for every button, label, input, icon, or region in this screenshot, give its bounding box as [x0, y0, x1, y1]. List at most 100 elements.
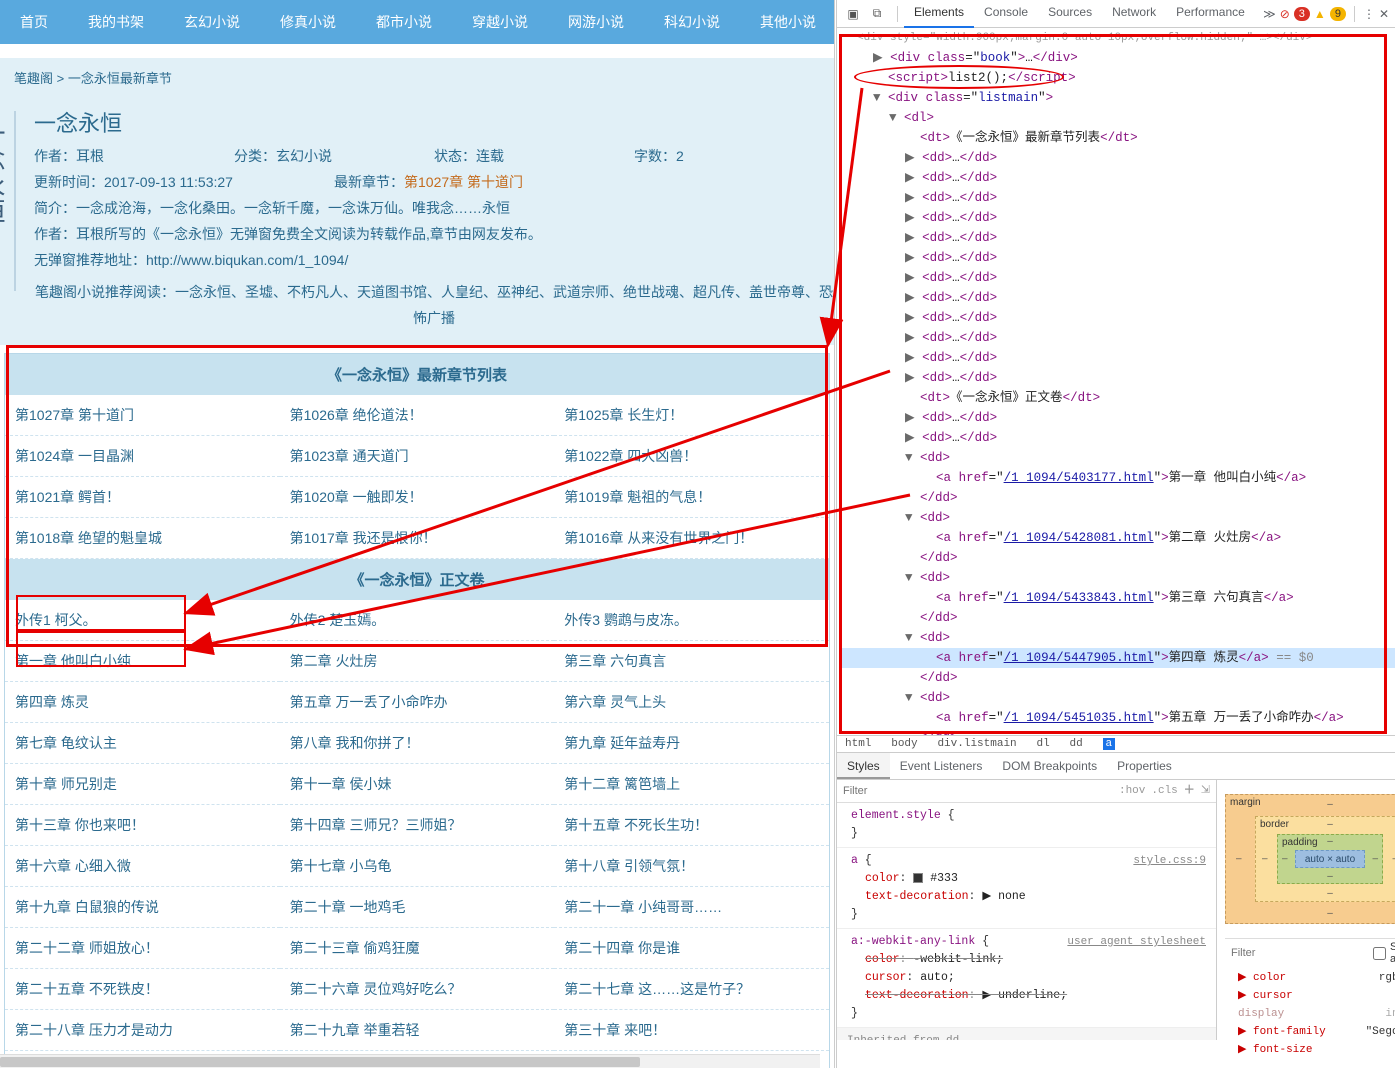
inspect-icon[interactable]: ▣: [843, 4, 863, 24]
source-line[interactable]: ▶ <div class="book">…</div>: [841, 48, 1395, 68]
chapter-link[interactable]: 外传1 柯父。: [5, 600, 280, 641]
source-line[interactable]: <a href="/1_1094/5403177.html">第一章 他叫白小纯…: [841, 468, 1395, 488]
chapter-link[interactable]: 第二十六章 灵位鸡好吃么？: [280, 969, 555, 1010]
chapter-link[interactable]: 第1020章 一触即发！: [280, 477, 555, 518]
chapter-link[interactable]: 第二十三章 偷鸡狂魔: [280, 928, 555, 969]
chapter-link[interactable]: 第1023章 通天道门: [280, 436, 555, 477]
nav-item[interactable]: 其他小说: [740, 0, 835, 44]
hov-button[interactable]: :hov: [1119, 782, 1145, 800]
nav-item[interactable]: 我的书架: [68, 0, 164, 44]
nav-item[interactable]: 穿越小说: [452, 0, 548, 44]
computed-prop[interactable]: ▶ font-size: [1235, 1041, 1395, 1059]
source-line[interactable]: <a href="/1_1094/5428081.html">第二章 火灶房</…: [841, 528, 1395, 548]
chapter-link[interactable]: 第二十章 一地鸡毛: [280, 887, 555, 928]
chapter-link[interactable]: 第十一章 侯小妹: [280, 764, 555, 805]
source-line[interactable]: </dd>: [841, 728, 1395, 736]
chapter-link[interactable]: 第二十五章 不死铁皮！: [5, 969, 280, 1010]
chapter-link[interactable]: 第1016章 从来没有世界之门！: [554, 518, 829, 559]
crumb[interactable]: a: [1103, 738, 1116, 750]
source-line[interactable]: ▶ <dd>…</dd>: [841, 148, 1395, 168]
chapter-link[interactable]: 第十九章 白鼠狼的传说: [5, 887, 280, 928]
device-icon[interactable]: ⧉: [867, 4, 887, 24]
styles-subtab[interactable]: Properties: [1107, 753, 1182, 779]
chapter-link[interactable]: 第三十章 来吧！: [554, 1010, 829, 1051]
chapter-link[interactable]: 第1018章 绝望的魁皇城: [5, 518, 280, 559]
chapter-link[interactable]: 外传3 鹦鹉与皮冻。: [554, 600, 829, 641]
close-icon[interactable]: ✕: [1379, 7, 1389, 21]
styles-filter-input[interactable]: [843, 785, 1119, 797]
computed-filter-input[interactable]: [1231, 947, 1373, 959]
source-line[interactable]: ▼ <dd>: [841, 628, 1395, 648]
chapter-link[interactable]: 第九章 延年益寿丹: [554, 723, 829, 764]
chapter-link[interactable]: 第十八章 引领气氛！: [554, 846, 829, 887]
source-line[interactable]: <a href="/1_1094/5433843.html">第三章 六句真言<…: [841, 588, 1395, 608]
source-line[interactable]: ▶ <dd>…</dd>: [841, 248, 1395, 268]
chapter-link[interactable]: 第1019章 魁祖的气息！: [554, 477, 829, 518]
computed-prop[interactable]: ▶ cursorauto: [1235, 987, 1395, 1005]
styles-subtab[interactable]: Event Listeners: [890, 753, 993, 779]
chapter-link[interactable]: 第二十七章 这……这是竹子？: [554, 969, 829, 1010]
crumb[interactable]: dl: [1036, 738, 1049, 750]
crumb[interactable]: dd: [1069, 738, 1082, 750]
latest-chapter-link[interactable]: 第1027章 第十道门: [404, 174, 523, 190]
source-line[interactable]: </dd>: [841, 488, 1395, 508]
crumb[interactable]: html: [845, 738, 871, 750]
styles-subtab[interactable]: Styles: [837, 753, 890, 779]
crumb[interactable]: body: [891, 738, 917, 750]
warn-badge[interactable]: ▲: [1314, 7, 1326, 21]
chapter-link[interactable]: 第1025章 长生灯！: [554, 395, 829, 436]
chapter-link[interactable]: 第二十九章 举重若轻: [280, 1010, 555, 1051]
chapter-link[interactable]: 第七章 龟纹认主: [5, 723, 280, 764]
source-line[interactable]: ▶ <dd>…</dd>: [841, 268, 1395, 288]
chapter-link[interactable]: 第十七章 小乌龟: [280, 846, 555, 887]
chapter-link[interactable]: 第二章 火灶房: [280, 641, 555, 682]
css-rule[interactable]: style.css:9a {color: #333text-decoration…: [837, 848, 1216, 929]
new-rule-button[interactable]: ＋: [1184, 782, 1195, 800]
source-line[interactable]: </dd>: [841, 668, 1395, 688]
source-line[interactable]: ▶ <dd>…</dd>: [841, 288, 1395, 308]
chapter-link[interactable]: 第十章 师兄别走: [5, 764, 280, 805]
chapter-link[interactable]: 第1027章 第十道门: [5, 395, 280, 436]
pin-icon[interactable]: ⇲: [1201, 782, 1210, 800]
chapter-link[interactable]: 第1021章 鳄首！: [5, 477, 280, 518]
chapter-link[interactable]: 第二十四章 你是谁: [554, 928, 829, 969]
source-line[interactable]: ▶ <dd>…</dd>: [841, 168, 1395, 188]
elements-tree[interactable]: <div style="width:960px;margin:0 auto 10…: [837, 28, 1395, 736]
source-line[interactable]: ▶ <dd>…</dd>: [841, 408, 1395, 428]
css-rule[interactable]: element.style {}: [837, 803, 1216, 848]
settings-icon[interactable]: ⋮: [1363, 7, 1375, 21]
error-badge[interactable]: ⊘: [1280, 7, 1290, 21]
source-line[interactable]: ▶ <dd>…</dd>: [841, 368, 1395, 388]
devtools-tab[interactable]: Console: [974, 0, 1038, 28]
source-line[interactable]: ▶ <dd>…</dd>: [841, 348, 1395, 368]
source-line[interactable]: ▶ <dd>…</dd>: [841, 328, 1395, 348]
source-line[interactable]: ▶ <dd>…</dd>: [841, 228, 1395, 248]
nav-item[interactable]: 都市小说: [356, 0, 452, 44]
source-line[interactable]: ▼ <dl>: [841, 108, 1395, 128]
nav-item[interactable]: 修真小说: [260, 0, 356, 44]
chapter-link[interactable]: 第八章 我和你拼了！: [280, 723, 555, 764]
computed-prop[interactable]: ▶ colorrgb(51,: [1235, 969, 1395, 987]
chapter-link[interactable]: 第五章 万一丢了小命咋办: [280, 682, 555, 723]
cls-button[interactable]: .cls: [1151, 782, 1177, 800]
source-line[interactable]: ▼ <dd>: [841, 688, 1395, 708]
source-line[interactable]: ▼ <dd>: [841, 448, 1395, 468]
chapter-link[interactable]: 第二十一章 小纯哥哥……: [554, 887, 829, 928]
chapter-link[interactable]: 第十六章 心细入微: [5, 846, 280, 887]
source-line[interactable]: <a href="/1_1094/5451035.html">第五章 万一丢了小…: [841, 708, 1395, 728]
chapter-link[interactable]: 外传2 楚玉嫣。: [280, 600, 555, 641]
source-line[interactable]: <script>list2();</script>: [841, 68, 1395, 88]
source-line[interactable]: </dd>: [841, 608, 1395, 628]
box-model[interactable]: margin – – – – border – – – – padding – …: [1225, 794, 1395, 924]
css-rule[interactable]: user agent stylesheeta:-webkit-any-link …: [837, 929, 1216, 1028]
element-crumbs[interactable]: html body div.listmain dl dd a: [837, 736, 1395, 753]
source-line[interactable]: ▼ <dd>: [841, 508, 1395, 528]
chapter-link[interactable]: 第1022章 四大凶兽！: [554, 436, 829, 477]
devtools-tab[interactable]: Performance: [1166, 0, 1255, 28]
computed-prop[interactable]: ▶ font-family"Segoe U…: [1235, 1023, 1395, 1041]
devtools-tab[interactable]: Network: [1102, 0, 1166, 28]
devtools-tab[interactable]: Sources: [1038, 0, 1102, 28]
nav-item[interactable]: 网游小说: [548, 0, 644, 44]
styles-subtab[interactable]: DOM Breakpoints: [992, 753, 1107, 779]
chapter-link[interactable]: 第1017章 我还是恨你！: [280, 518, 555, 559]
